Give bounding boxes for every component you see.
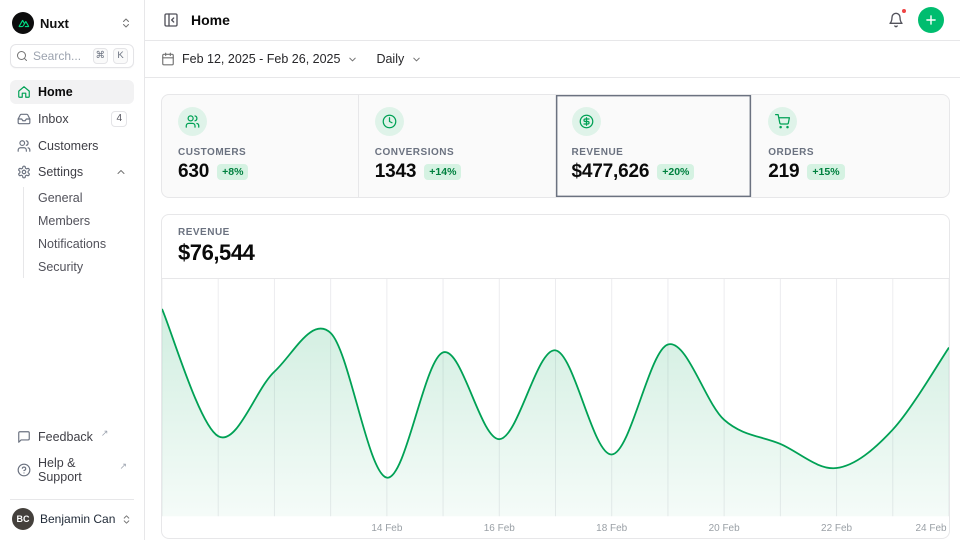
user-name: Benjamin Canac: [40, 512, 115, 526]
revenue-area-chart[interactable]: 14 Feb 16 Feb 18 Feb 20 Feb 22 Feb 24 Feb: [162, 279, 949, 538]
stat-label: ORDERS: [768, 147, 933, 158]
stat-value: 219: [768, 161, 799, 183]
workspace-name: Nuxt: [40, 16, 114, 31]
chevrons-up-down-icon: [121, 514, 132, 525]
stat-delta-badge: +14%: [424, 164, 461, 180]
x-axis-tick-label: 20 Feb: [709, 523, 741, 534]
stat-value: 1343: [375, 161, 417, 183]
user-avatar: BC: [12, 508, 34, 530]
search-placeholder: Search...: [33, 49, 88, 63]
stat-users-icon: [178, 107, 207, 136]
stat-delta-badge: +15%: [807, 164, 844, 180]
kbd-k: K: [113, 48, 128, 64]
sidebar-subitem-notifications[interactable]: Notifications: [31, 233, 134, 255]
filters-toolbar: Feb 12, 2025 - Feb 26, 2025 Daily: [145, 41, 960, 78]
date-range-picker[interactable]: Feb 12, 2025 - Feb 26, 2025: [161, 52, 358, 66]
sidebar-item-label: Inbox: [38, 112, 69, 126]
plus-icon: [924, 13, 938, 27]
stat-label: REVENUE: [572, 147, 736, 158]
stat-delta-badge: +20%: [657, 164, 694, 180]
search-input[interactable]: Search... ⌘ K: [10, 44, 134, 68]
stat-value: 630: [178, 161, 209, 183]
stat-delta-badge: +8%: [217, 164, 248, 180]
sidebar-item-home[interactable]: Home: [10, 80, 134, 104]
sidebar-nav: Home Inbox 4 Customers Settings General …: [10, 80, 134, 425]
workspace-switcher[interactable]: Nuxt: [10, 10, 134, 44]
stat-card-customers[interactable]: CUSTOMERS 630 +8%: [162, 95, 359, 197]
notification-dot: [901, 8, 907, 14]
users-icon: [17, 139, 31, 153]
message-bubble-icon: [17, 430, 31, 444]
stat-clock-icon: [375, 107, 404, 136]
chart-metric-label: REVENUE: [178, 227, 933, 238]
chart-svg: 14 Feb 16 Feb 18 Feb 20 Feb 22 Feb 24 Feb: [162, 279, 949, 538]
sidebar-subitem-security[interactable]: Security: [31, 256, 134, 278]
chevron-up-icon: [115, 166, 127, 178]
page-title: Home: [191, 12, 230, 28]
settings-gear-icon: [17, 165, 31, 179]
feedback-link[interactable]: Feedback ↗: [10, 425, 134, 449]
add-button[interactable]: [918, 7, 944, 33]
stat-value: $477,626: [572, 161, 650, 183]
sidebar-item-label: Help & Support: [38, 456, 111, 484]
home-icon: [17, 85, 31, 99]
stat-card-orders[interactable]: ORDERS 219 +15%: [752, 95, 949, 197]
help-circle-icon: [17, 463, 31, 477]
stat-label: CUSTOMERS: [178, 147, 342, 158]
page-header: Home: [145, 0, 960, 41]
sidebar-item-inbox[interactable]: Inbox 4: [10, 106, 134, 132]
sidebar-item-settings[interactable]: Settings: [10, 160, 134, 184]
stat-card-revenue[interactable]: REVENUE $477,626 +20%: [556, 95, 753, 197]
x-axis-tick-label: 14 Feb: [371, 523, 403, 534]
user-menu[interactable]: BC Benjamin Canac: [10, 499, 134, 532]
sidebar-collapse-button[interactable]: [161, 10, 181, 30]
sidebar: Nuxt Search... ⌘ K Home Inbox 4 Customer…: [0, 0, 145, 540]
chevrons-up-down-icon: [120, 17, 132, 29]
external-link-icon: ↗: [101, 428, 109, 439]
header-actions: [886, 7, 944, 33]
inbox-icon: [17, 112, 31, 126]
calendar-icon: [161, 52, 175, 66]
chevron-down-icon: [347, 54, 358, 65]
stat-cart-icon: [768, 107, 797, 136]
chart-header: REVENUE $76,544: [162, 215, 949, 279]
kbd-cmd: ⌘: [93, 48, 109, 64]
inbox-count-badge: 4: [111, 111, 127, 127]
x-axis-tick-label: 22 Feb: [821, 523, 853, 534]
panel-left-icon: [163, 12, 179, 28]
sidebar-item-label: Customers: [38, 139, 98, 153]
stat-label: CONVERSIONS: [375, 147, 539, 158]
period-value: Daily: [376, 52, 404, 66]
main-area: Home Feb 12, 2025 - Feb 26, 2025 Daily: [145, 0, 960, 540]
chevron-down-icon: [411, 54, 422, 65]
sidebar-subitem-members[interactable]: Members: [31, 210, 134, 232]
nuxt-logo-icon: [12, 12, 34, 34]
date-range-value: Feb 12, 2025 - Feb 26, 2025: [182, 52, 340, 66]
stat-card-conversions[interactable]: CONVERSIONS 1343 +14%: [359, 95, 556, 197]
x-axis-tick-label: 24 Feb: [915, 523, 947, 534]
sidebar-subitem-general[interactable]: General: [31, 187, 134, 209]
sidebar-item-label: Feedback: [38, 430, 93, 444]
revenue-chart-card: REVENUE $76,544 14 Feb 16 Feb 18 Feb 20 Feb…: [161, 214, 950, 539]
bell-icon: [888, 12, 904, 28]
x-axis-tick-label: 18 Feb: [596, 523, 628, 534]
stats-row: CUSTOMERS 630 +8% CONVERSIONS 1343 +14%: [161, 94, 950, 198]
search-icon: [16, 50, 28, 62]
sidebar-item-label: Settings: [38, 165, 83, 179]
x-axis-tick-label: 16 Feb: [484, 523, 516, 534]
notifications-button[interactable]: [886, 10, 906, 30]
dashboard-content: CUSTOMERS 630 +8% CONVERSIONS 1343 +14%: [145, 78, 960, 540]
stat-dollar-icon: [572, 107, 601, 136]
help-support-link[interactable]: Help & Support ↗: [10, 451, 134, 489]
period-select[interactable]: Daily: [376, 52, 422, 66]
sidebar-item-label: Home: [38, 85, 73, 99]
settings-children: General Members Notifications Security: [23, 187, 134, 278]
external-link-icon: ↗: [119, 461, 127, 472]
chart-metric-value: $76,544: [178, 240, 933, 266]
sidebar-footer: Feedback ↗ Help & Support ↗ BC Benjamin …: [10, 425, 134, 532]
sidebar-item-customers[interactable]: Customers: [10, 134, 134, 158]
